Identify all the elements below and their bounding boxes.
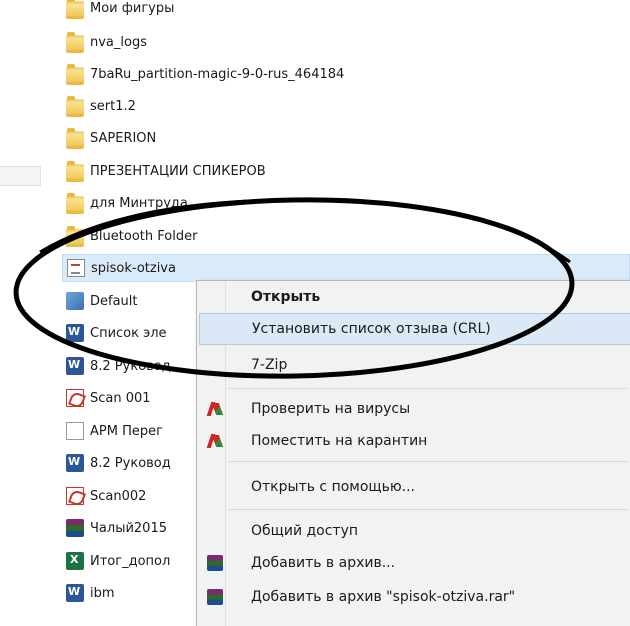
kaspersky-icon (207, 401, 223, 417)
file-row[interactable]: Scan002 (66, 482, 146, 510)
file-row[interactable]: для Минтруда (66, 189, 188, 217)
file-row[interactable]: 8.2 Руковод (66, 449, 171, 477)
folder-icon (66, 96, 84, 117)
file-name: для Минтруда (90, 195, 188, 211)
context-menu: Открыть Установить список отзыва (CRL) 7… (196, 280, 630, 626)
pdf-icon (66, 487, 84, 505)
file-name: Список эле (90, 325, 167, 341)
blank-file-icon (66, 422, 84, 440)
shortcut-icon (66, 292, 84, 310)
file-row[interactable]: Мои фигуры (66, 0, 174, 22)
menu-item-add-to-named-archive[interactable]: Добавить в архив "spisok-otziva.rar" (199, 581, 630, 613)
file-row[interactable]: nva_logs (66, 28, 147, 56)
menu-item-label: Открыть (251, 289, 321, 305)
file-row[interactable]: Bluetooth Folder (66, 222, 197, 250)
menu-item-open-with[interactable]: Открыть с помощью... (199, 471, 630, 503)
folder-icon (66, 0, 84, 19)
kaspersky-icon (207, 433, 223, 449)
navigation-pane (0, 0, 52, 625)
file-row-selected[interactable]: spisok-otziva (62, 254, 630, 282)
menu-item-install-crl[interactable]: Установить список отзыва (CRL) (199, 313, 630, 345)
winrar-icon (207, 589, 223, 605)
file-name: Мои фигуры (90, 0, 175, 16)
file-row[interactable]: Default (66, 287, 138, 315)
file-name: Bluetooth Folder (90, 228, 198, 244)
folder-icon (66, 32, 84, 53)
file-row[interactable]: ibm (66, 579, 115, 607)
menu-separator (229, 509, 627, 510)
folder-icon (66, 226, 84, 247)
folder-icon (66, 193, 84, 214)
file-name: 7baRu_partition-magic-9-0-rus_464184 (90, 66, 345, 82)
file-name: ibm (90, 585, 115, 601)
menu-item-share[interactable]: Общий доступ (199, 515, 630, 547)
file-name: Итог_допол (90, 553, 171, 569)
menu-item-quarantine[interactable]: Поместить на карантин (199, 425, 630, 457)
file-name: АРМ Перег (90, 423, 163, 439)
file-name: 8.2 Руковод (90, 358, 171, 374)
file-row[interactable]: SAPERION (66, 124, 156, 152)
file-row[interactable]: Список эле (66, 319, 167, 347)
file-name: Scan002 (90, 488, 147, 504)
menu-item-label: Общий доступ (251, 523, 359, 539)
winrar-archive-icon (66, 519, 84, 537)
file-name: 8.2 Руковод (90, 455, 171, 471)
pdf-icon (66, 389, 84, 407)
file-row[interactable]: 7baRu_partition-magic-9-0-rus_464184 (66, 60, 344, 88)
file-name: Чалый2015 (90, 520, 167, 536)
menu-item-label: Проверить на вирусы (251, 401, 411, 417)
file-row[interactable]: Итог_допол (66, 547, 170, 575)
word-doc-icon (66, 454, 84, 472)
menu-item-label: Поместить на карантин (251, 433, 428, 449)
file-row[interactable]: Чалый2015 (66, 514, 167, 542)
word-doc-icon (66, 324, 84, 342)
folder-icon (66, 64, 84, 85)
menu-separator (229, 461, 627, 462)
file-row[interactable]: ПРЕЗЕНТАЦИИ СПИКЕРОВ (66, 157, 266, 185)
file-row[interactable]: 8.2 Руковод (66, 352, 171, 380)
menu-item-label: Добавить в архив... (251, 555, 396, 571)
file-name: sert1.2 (90, 98, 136, 114)
menu-item-label: Добавить в архив "spisok-otziva.rar" (251, 589, 516, 605)
file-name: spisok-otziva (91, 260, 176, 276)
navigation-pane-selected-item[interactable] (0, 166, 41, 186)
file-name: SAPERION (90, 130, 157, 146)
file-row[interactable]: sert1.2 (66, 92, 136, 120)
menu-item-label: Установить список отзыва (CRL) (252, 321, 491, 337)
file-name: nva_logs (90, 34, 147, 50)
folder-icon (66, 128, 84, 149)
menu-item-label: 7-Zip (251, 357, 288, 373)
menu-item-scan-viruses[interactable]: Проверить на вирусы (199, 393, 630, 425)
winrar-icon (207, 555, 223, 571)
menu-item-7zip[interactable]: 7-Zip (199, 349, 630, 381)
file-row[interactable]: Scan 001 (66, 384, 151, 412)
excel-doc-icon (66, 552, 84, 570)
word-doc-icon (66, 357, 84, 375)
folder-icon (66, 161, 84, 182)
menu-separator (229, 388, 627, 389)
certificate-list-icon (67, 259, 85, 277)
menu-item-open[interactable]: Открыть (199, 281, 630, 313)
word-doc-icon (66, 584, 84, 602)
file-row[interactable]: АРМ Перег (66, 417, 163, 445)
file-name: Scan 001 (90, 390, 151, 406)
file-name: Default (90, 293, 138, 309)
file-name: ПРЕЗЕНТАЦИИ СПИКЕРОВ (90, 163, 266, 179)
menu-item-add-to-archive[interactable]: Добавить в архив... (199, 547, 630, 579)
menu-item-label: Открыть с помощью... (251, 479, 415, 495)
